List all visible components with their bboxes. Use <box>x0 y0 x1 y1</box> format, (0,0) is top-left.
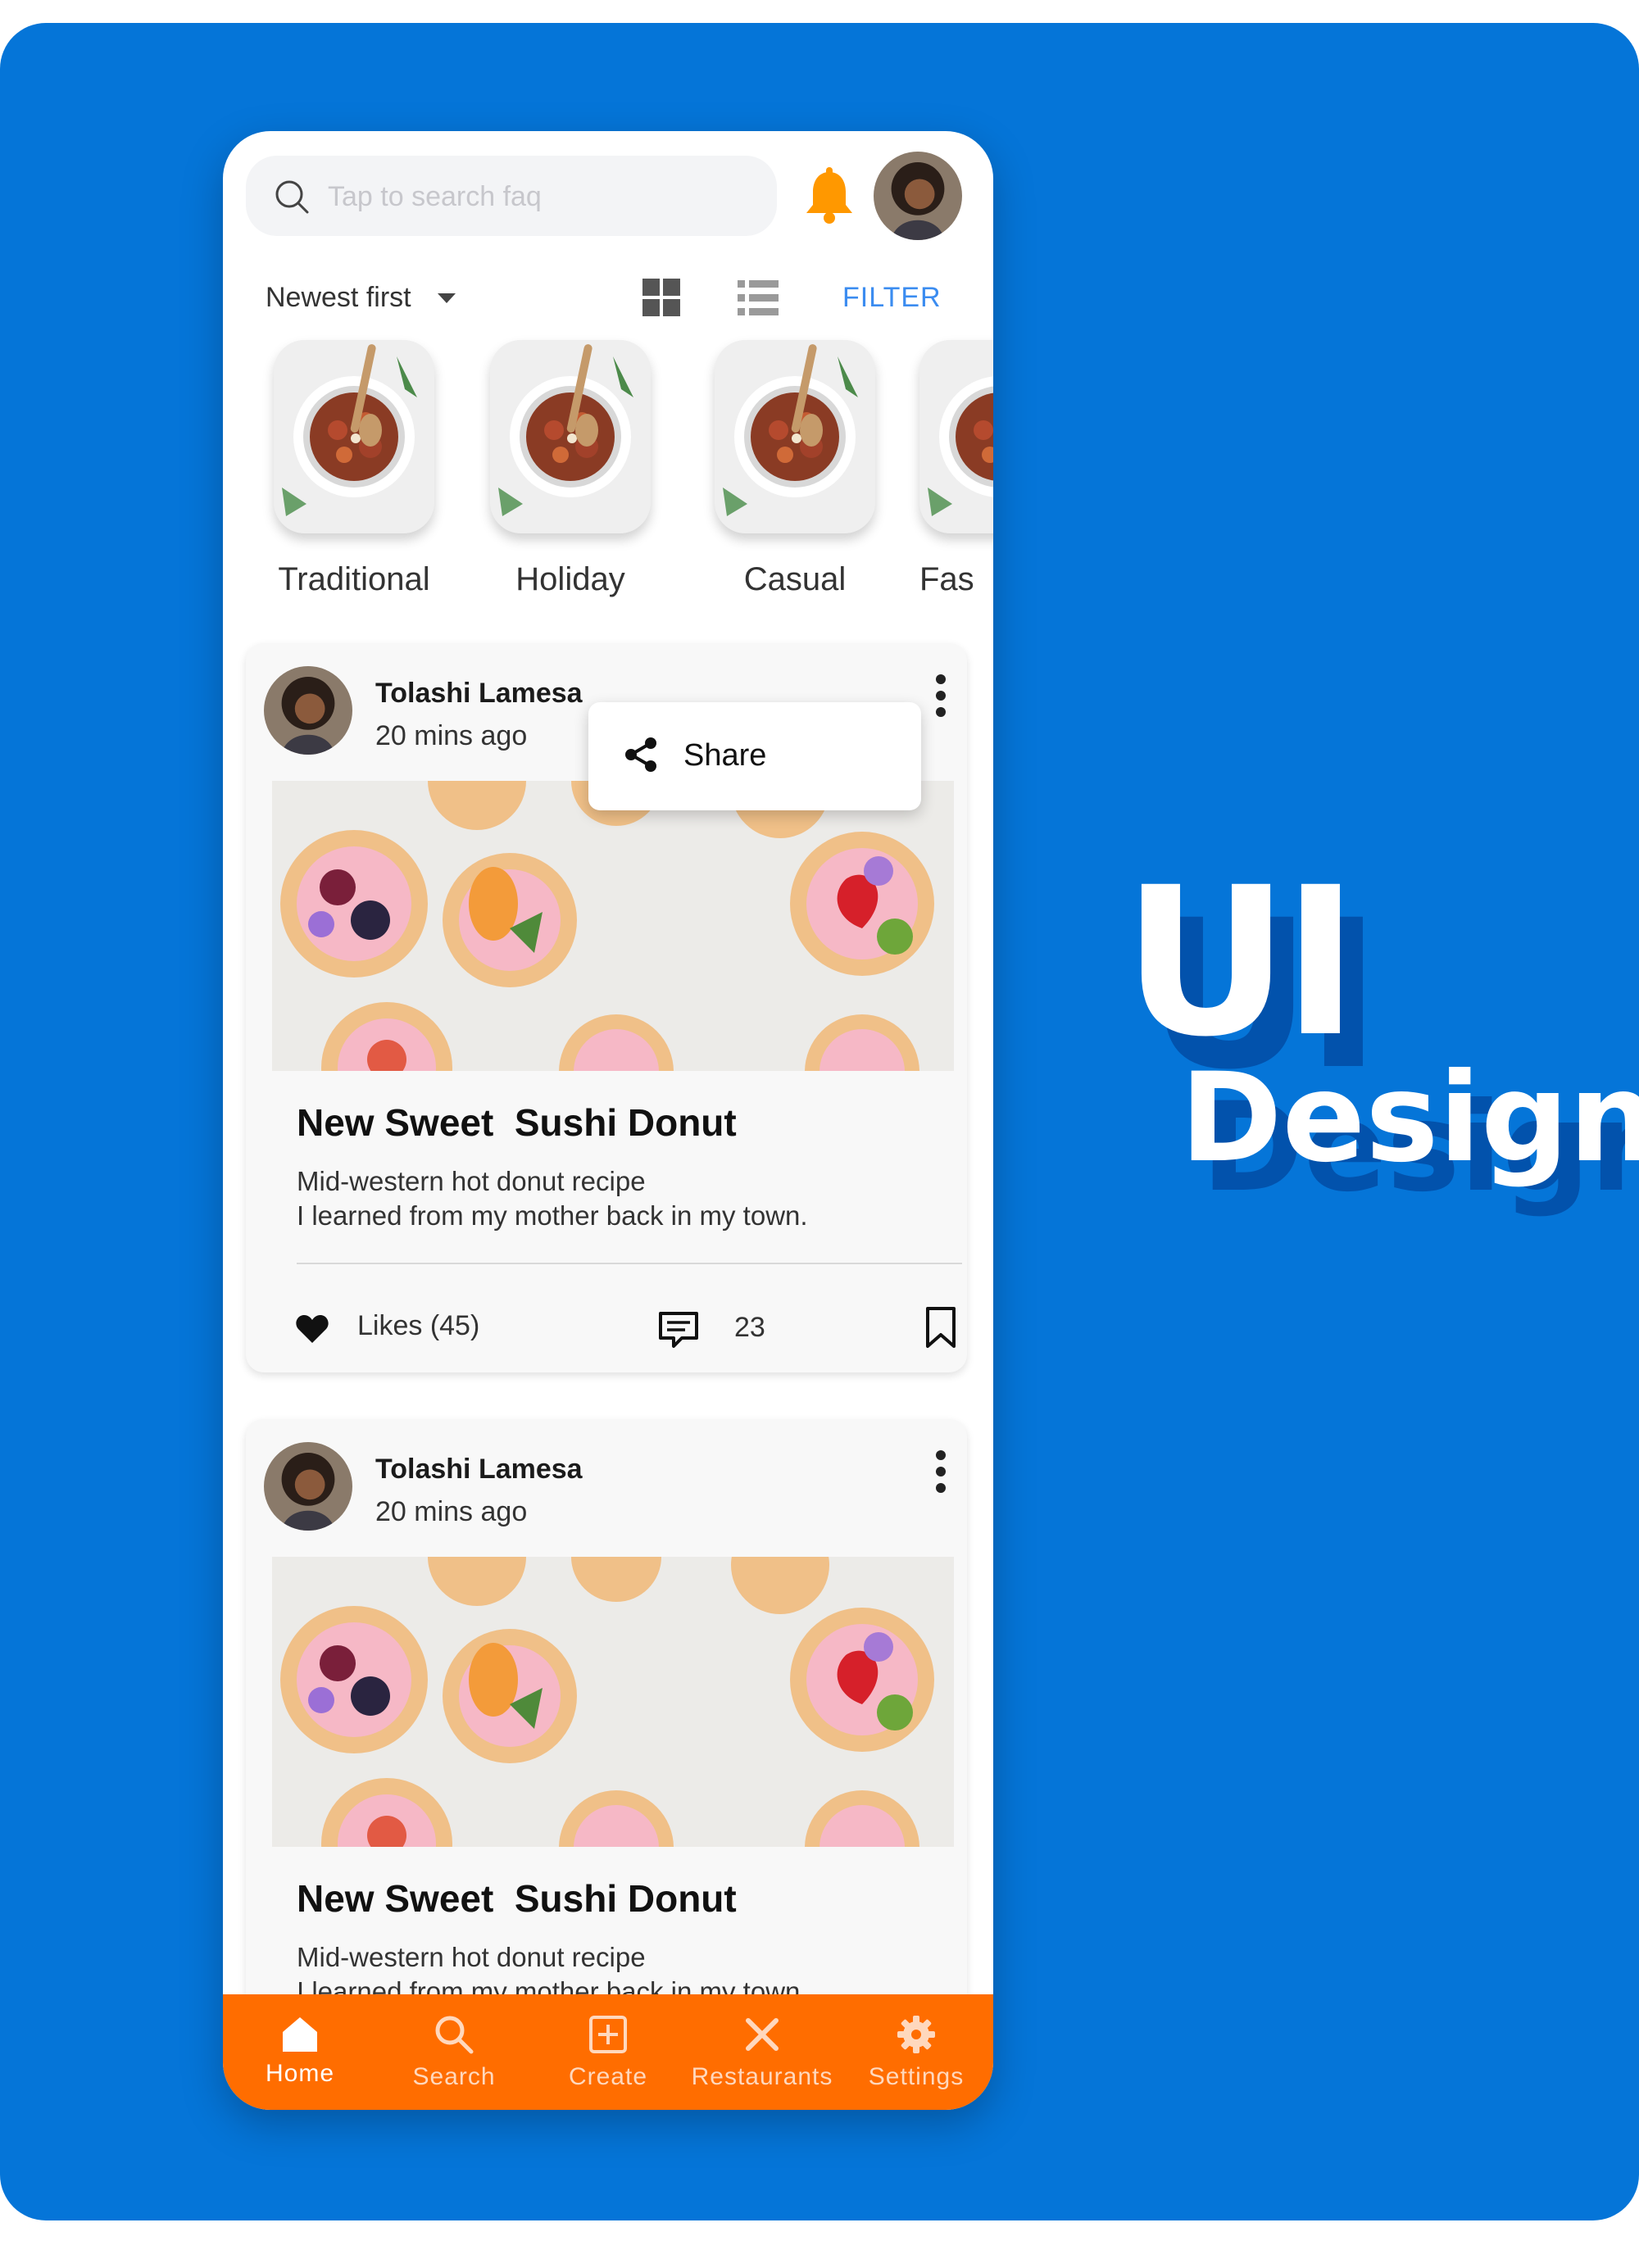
post-author[interactable]: Tolashi Lamesa <box>375 1454 583 1486</box>
plus-square-icon <box>589 2016 627 2053</box>
comment-icon[interactable] <box>656 1309 701 1351</box>
nav-label: Settings <box>868 2063 965 2090</box>
comment-count: 23 <box>734 1312 765 1343</box>
post-title[interactable]: New Sweet Sushi Donut <box>297 1100 737 1145</box>
brand-title: UI <box>1123 843 1359 1082</box>
post-time: 20 mins ago <box>375 1496 528 1527</box>
nav-label: Home <box>265 2060 335 2087</box>
bookmark-icon[interactable] <box>924 1305 957 1349</box>
search-icon <box>435 2016 474 2054</box>
post-description-line: Mid-western hot donut recipe <box>297 1166 646 1196</box>
likes-count: Likes (45) <box>357 1310 480 1341</box>
post-description-line: I learned from my mother back in my town… <box>297 1200 808 1231</box>
post-author[interactable]: Tolashi Lamesa <box>375 678 583 710</box>
avatar[interactable] <box>874 152 962 240</box>
post-card: Tolashi Lamesa 20 mins ago New Sweet Sus… <box>246 1419 967 2075</box>
utensils-icon <box>746 2018 779 2051</box>
category-fast[interactable]: Fas <box>919 340 993 597</box>
sort-dropdown[interactable]: Newest first <box>266 282 411 314</box>
search-input[interactable] <box>326 175 756 218</box>
nav-restaurants[interactable]: Restaurants <box>685 1994 839 2110</box>
more-vertical-icon[interactable] <box>933 1449 949 1495</box>
category-label: Traditional <box>278 561 430 597</box>
category-label: Casual <box>743 561 847 597</box>
category-traditional[interactable]: Traditional <box>274 340 438 597</box>
avatar[interactable] <box>264 666 352 755</box>
share-icon <box>625 737 656 772</box>
heart-icon[interactable] <box>295 1313 329 1345</box>
brand-subtitle: Design <box>1180 1047 1639 1190</box>
nav-label: Create <box>568 2063 648 2090</box>
search-bar[interactable] <box>246 156 777 236</box>
grid-view-icon[interactable] <box>641 277 682 318</box>
category-image <box>715 340 875 533</box>
nav-home[interactable]: Home <box>223 1994 377 2110</box>
nav-label: Search <box>412 2063 496 2090</box>
category-holiday[interactable]: Holiday <box>490 340 654 597</box>
more-vertical-icon[interactable] <box>933 673 949 719</box>
post-time: 20 mins ago <box>375 720 528 751</box>
avatar[interactable] <box>264 1442 352 1531</box>
post-image[interactable] <box>272 1557 954 1847</box>
home-icon <box>283 2017 317 2052</box>
toolbar: Newest first FILTER <box>223 270 993 328</box>
nav-create[interactable]: Create <box>531 1994 685 2110</box>
post-description: Mid-western hot donut recipe I learned f… <box>297 1164 887 1233</box>
gear-icon <box>897 2016 935 2053</box>
category-casual[interactable]: Casual <box>715 340 879 597</box>
post-image[interactable] <box>272 781 954 1071</box>
category-image <box>490 340 651 533</box>
search-icon <box>275 180 309 214</box>
phone-screen: Newest first FILTER Traditional Holiday … <box>223 131 993 2110</box>
category-label: Fas <box>919 561 974 597</box>
nav-label: Restaurants <box>691 2063 833 2090</box>
divider <box>297 1263 962 1264</box>
bell-icon[interactable] <box>803 167 856 225</box>
category-image <box>274 340 434 533</box>
share-menu[interactable]: Share <box>588 702 921 810</box>
category-image <box>919 340 993 533</box>
nav-settings[interactable]: Settings <box>839 1994 993 2110</box>
post-title[interactable]: New Sweet Sushi Donut <box>297 1876 737 1921</box>
share-menu-item[interactable]: Share <box>683 738 766 773</box>
filter-button[interactable]: FILTER <box>842 282 942 314</box>
bottom-navigation: Home Search Create Restaurants Settings <box>223 1994 993 2110</box>
nav-search[interactable]: Search <box>377 1994 531 2110</box>
chevron-down-icon[interactable] <box>438 293 456 303</box>
post-description-line: Mid-western hot donut recipe <box>297 1942 646 1972</box>
list-view-icon[interactable] <box>738 279 779 316</box>
category-label: Holiday <box>515 561 625 597</box>
